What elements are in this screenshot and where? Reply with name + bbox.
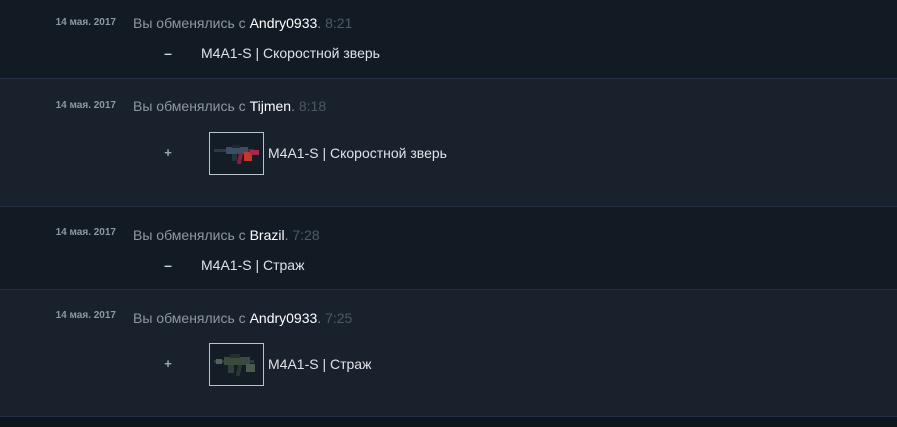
trade-prefix: Вы обменялись с bbox=[133, 227, 246, 243]
trade-date: 14 мая. 2017 bbox=[55, 17, 116, 28]
trade-description: Вы обменялись с Andry0933. 7:25 bbox=[133, 310, 352, 326]
trade-item-name[interactable]: M4A1-S | Скоростной зверь bbox=[201, 45, 380, 61]
trade-time: 7:28 bbox=[292, 227, 320, 243]
trade-description: Вы обменялись с Andry0933. 8:21 bbox=[133, 15, 352, 31]
trade-description: Вы обменялись с Brazil. 7:28 bbox=[133, 227, 320, 243]
item-given-sign: – bbox=[164, 45, 172, 61]
trade-row: 14 мая. 2017 Вы обменялись с Andry0933. … bbox=[0, 0, 897, 79]
trade-partner-link[interactable]: Tijmen bbox=[250, 98, 292, 114]
trade-time: 8:18 bbox=[298, 98, 327, 114]
trade-partner-link[interactable]: Andry0933 bbox=[250, 310, 318, 326]
trade-item-name[interactable]: M4A1-S | Страж bbox=[268, 356, 371, 372]
trade-item-name[interactable]: M4A1-S | Скоростной зверь bbox=[268, 145, 447, 161]
trade-partner-link[interactable]: Brazil bbox=[250, 227, 285, 243]
trade-period: . bbox=[317, 15, 322, 31]
trade-prefix: Вы обменялись с bbox=[133, 98, 246, 114]
trade-date: 14 мая. 2017 bbox=[55, 100, 116, 111]
trade-date: 14 мая. 2017 bbox=[55, 227, 116, 238]
trade-period: . bbox=[291, 98, 295, 114]
trade-row: 14 мая. 2017 Вы обменялись с Andry0933. … bbox=[0, 290, 897, 417]
trade-row: 14 мая. 2017 Вы обменялись с Tijmen. 8:1… bbox=[0, 79, 897, 207]
trade-period: . bbox=[284, 227, 289, 243]
trade-period: . bbox=[317, 310, 322, 326]
item-received-sign: + bbox=[164, 356, 172, 371]
trade-time: 8:21 bbox=[325, 15, 353, 31]
trade-prefix: Вы обменялись с bbox=[133, 310, 246, 326]
item-received-sign: + bbox=[164, 145, 172, 160]
trade-partner-link[interactable]: Andry0933 bbox=[250, 15, 318, 31]
trade-date: 14 мая. 2017 bbox=[55, 310, 116, 321]
trade-description: Вы обменялись с Tijmen. 8:18 bbox=[133, 98, 326, 114]
trade-row: 14 мая. 2017 Вы обменялись с Brazil. 7:2… bbox=[0, 207, 897, 290]
trade-time: 7:25 bbox=[325, 310, 353, 326]
rifle-guardian-icon bbox=[214, 354, 255, 377]
trade-prefix: Вы обменялись с bbox=[133, 15, 246, 31]
rifle-hyper-beast-icon bbox=[214, 145, 259, 165]
item-given-sign: – bbox=[164, 257, 172, 273]
item-thumbnail[interactable] bbox=[209, 343, 264, 386]
trade-item-name[interactable]: M4A1-S | Страж bbox=[201, 257, 304, 273]
item-thumbnail[interactable] bbox=[209, 132, 264, 175]
